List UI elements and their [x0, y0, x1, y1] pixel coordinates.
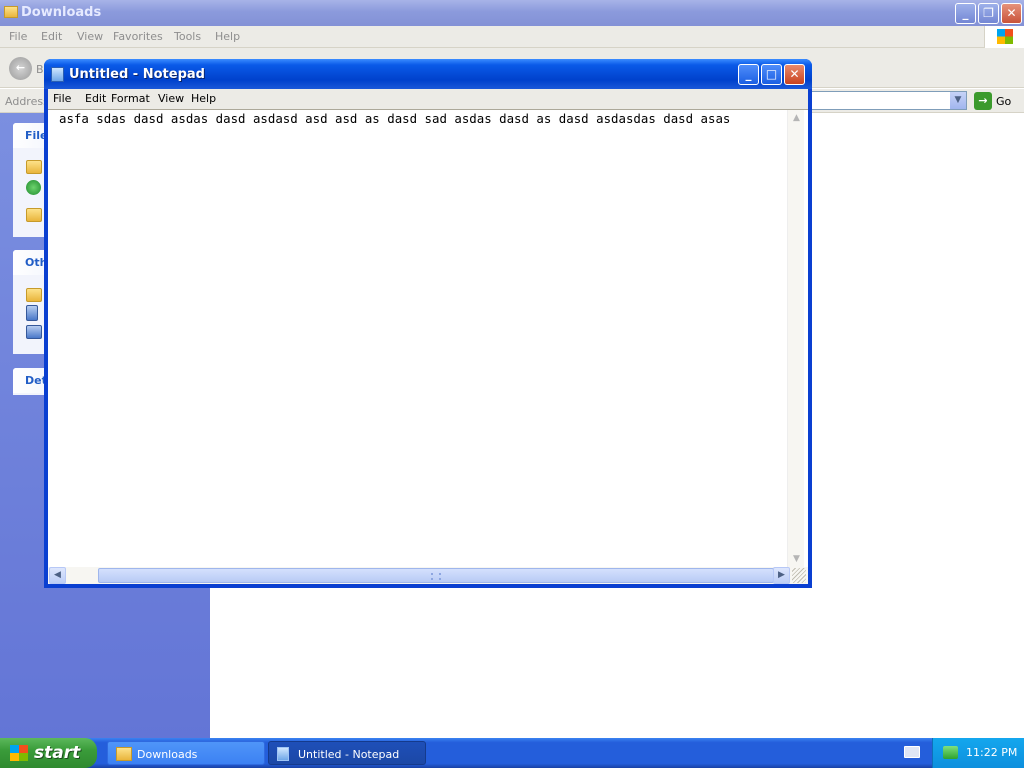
folder-icon [116, 747, 132, 761]
go-button[interactable]: Go [996, 95, 1011, 108]
keyboard-icon[interactable] [904, 746, 920, 758]
explorer-menu-file[interactable]: File [9, 30, 27, 43]
notepad-close-button[interactable]: ✕ [784, 64, 805, 85]
explorer-title-bar[interactable]: Downloads _ ❐ ✕ [0, 0, 1024, 26]
scroll-down-arrow-icon[interactable]: ▼ [788, 551, 805, 568]
share-folder-icon[interactable] [26, 208, 42, 222]
taskbar-item-label: Untitled - Notepad [298, 748, 400, 761]
resize-grip-icon[interactable] [792, 568, 806, 583]
address-input[interactable]: ▼ [810, 91, 967, 110]
folder-icon[interactable] [26, 288, 42, 302]
address-dropdown-icon[interactable]: ▼ [950, 92, 966, 109]
notepad-icon [51, 67, 64, 82]
explorer-minimize-button[interactable]: _ [955, 3, 976, 24]
explorer-menu-help[interactable]: Help [215, 30, 240, 43]
explorer-title: Downloads [21, 5, 102, 20]
start-label: start [34, 743, 81, 763]
explorer-menu-favorites[interactable]: Favorites [113, 30, 163, 43]
scroll-left-arrow-icon[interactable]: ◀ [49, 567, 66, 584]
notepad-minimize-button[interactable]: _ [738, 64, 759, 85]
notepad-maximize-button[interactable]: □ [761, 64, 782, 85]
horizontal-scrollbar[interactable]: ◀ ▶ [48, 567, 808, 584]
taskbar-item-label: Downloads [137, 748, 198, 761]
go-arrow-icon[interactable]: → [974, 92, 992, 110]
my-documents-icon[interactable] [26, 305, 38, 321]
explorer-menu-tools[interactable]: Tools [174, 30, 201, 43]
taskbar-item-notepad[interactable]: Untitled - Notepad [268, 741, 426, 765]
back-arrow-icon[interactable]: ← [9, 57, 32, 80]
windows-flag-icon [10, 745, 28, 761]
notepad-text-area[interactable]: asfa sdas dasd asdas dasd asdasd asd asd… [48, 109, 808, 584]
notepad-title: Untitled - Notepad [69, 67, 205, 82]
network-icon[interactable] [943, 746, 958, 759]
explorer-close-button[interactable]: ✕ [1001, 3, 1022, 24]
explorer-menu-bar: File Edit View Favorites Tools Help [0, 26, 1024, 48]
back-label[interactable]: B [36, 63, 44, 76]
notepad-text-content[interactable]: asfa sdas dasd asdas dasd asdasd asd asd… [59, 111, 730, 126]
address-label: Address [5, 95, 49, 108]
start-button[interactable]: start [0, 738, 97, 768]
system-tray: 11:22 PM [932, 738, 1024, 768]
notepad-menu-format[interactable]: Format [111, 92, 150, 105]
horizontal-scroll-thumb[interactable] [98, 568, 774, 583]
notepad-client-area: File Edit Format View Help asfa sdas das… [48, 89, 808, 584]
explorer-menu-edit[interactable]: Edit [41, 30, 62, 43]
vertical-scrollbar[interactable]: ▲ ▼ [787, 110, 804, 568]
notepad-title-bar[interactable]: Untitled - Notepad _ □ ✕ [44, 59, 812, 89]
explorer-restore-button[interactable]: ❐ [978, 3, 999, 24]
taskbar-item-downloads[interactable]: Downloads [107, 741, 265, 765]
clock[interactable]: 11:22 PM [966, 746, 1017, 759]
notepad-menu-bar: File Edit Format View Help [48, 89, 808, 109]
notepad-menu-view[interactable]: View [158, 92, 184, 105]
folder-icon [4, 6, 18, 18]
scroll-up-arrow-icon[interactable]: ▲ [788, 110, 805, 127]
new-folder-icon[interactable] [26, 160, 42, 174]
explorer-menu-view[interactable]: View [77, 30, 103, 43]
notepad-menu-file[interactable]: File [53, 92, 71, 105]
notepad-window: Untitled - Notepad _ □ ✕ File Edit Forma… [44, 59, 812, 588]
windows-logo-icon [984, 26, 1024, 48]
taskbar: start Downloads Untitled - Notepad 11:22… [0, 738, 1024, 768]
notepad-menu-edit[interactable]: Edit [85, 92, 106, 105]
scroll-right-arrow-icon[interactable]: ▶ [773, 567, 790, 584]
notepad-icon [277, 747, 289, 761]
notepad-menu-help[interactable]: Help [191, 92, 216, 105]
my-computer-icon[interactable] [26, 325, 42, 339]
publish-web-icon[interactable] [26, 180, 41, 195]
